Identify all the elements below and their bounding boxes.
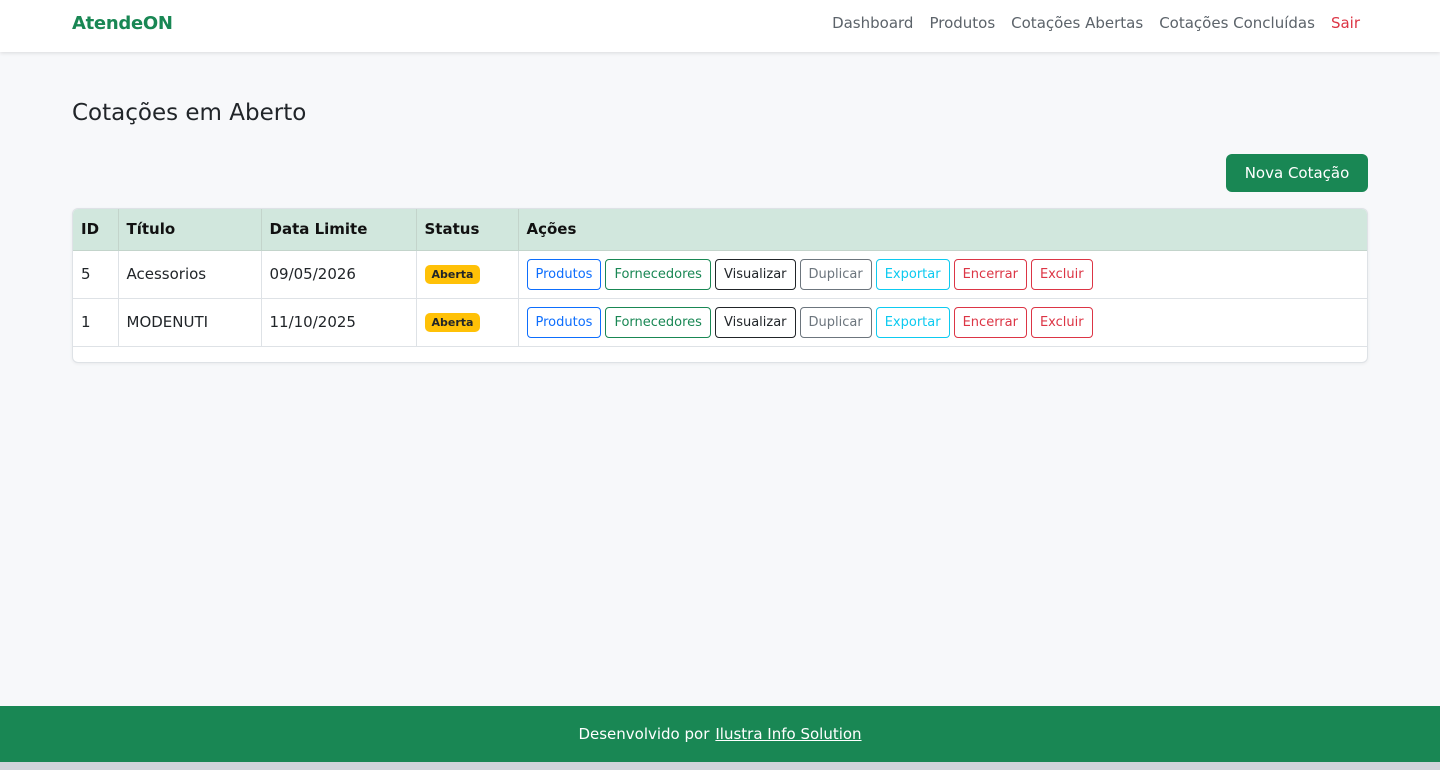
duplicar-button[interactable]: Duplicar	[799, 258, 872, 290]
cell-titulo: Acessorios	[118, 250, 262, 299]
nav-item-produtos[interactable]: Produtos	[929, 14, 995, 32]
cell-data-limite: 09/05/2026	[261, 250, 417, 299]
cell-acoes: Produtos Fornecedores Visualizar Duplica…	[518, 298, 1367, 347]
nav-item-cotacoes-concluidas[interactable]: Cotações Concluídas	[1159, 14, 1315, 32]
status-badge: Aberta	[424, 313, 481, 332]
nav-links: Dashboard Produtos Cotações Abertas Cota…	[832, 14, 1360, 32]
visualizar-button[interactable]: Visualizar	[714, 306, 796, 338]
top-navbar: AtendeON Dashboard Produtos Cotações Abe…	[0, 0, 1440, 52]
header-status: Status	[416, 209, 519, 251]
nav-item-cotacoes-abertas[interactable]: Cotações Abertas	[1011, 14, 1143, 32]
cell-acoes: Produtos Fornecedores Visualizar Duplica…	[518, 250, 1367, 299]
produtos-button[interactable]: Produtos	[526, 306, 602, 338]
produtos-button[interactable]: Produtos	[526, 258, 602, 290]
cotacoes-table-card: ID Título Data Limite Status Ações 5 Ace…	[72, 208, 1368, 363]
visualizar-button[interactable]: Visualizar	[714, 258, 796, 290]
cell-data-limite: 11/10/2025	[261, 298, 417, 347]
nav-item-sair[interactable]: Sair	[1331, 14, 1360, 32]
header-titulo: Título	[118, 209, 262, 251]
nova-cotacao-button[interactable]: Nova Cotação	[1226, 154, 1368, 192]
cell-status: Aberta	[416, 298, 519, 347]
row-actions: Produtos Fornecedores Visualizar Duplica…	[526, 258, 1360, 290]
cell-status: Aberta	[416, 250, 519, 299]
cell-titulo: MODENUTI	[118, 298, 262, 347]
bottom-strip	[0, 762, 1440, 770]
fornecedores-button[interactable]: Fornecedores	[605, 258, 711, 290]
page-title: Cotações em Aberto	[72, 100, 307, 126]
encerrar-button[interactable]: Encerrar	[953, 258, 1027, 290]
footer-link[interactable]: Ilustra Info Solution	[715, 725, 861, 743]
cell-id: 5	[73, 250, 119, 299]
encerrar-button[interactable]: Encerrar	[953, 306, 1027, 338]
table-row: 5 Acessorios 09/05/2026 Aberta Produtos …	[73, 250, 1367, 299]
row-actions: Produtos Fornecedores Visualizar Duplica…	[526, 306, 1360, 338]
excluir-button[interactable]: Excluir	[1030, 258, 1093, 290]
table-row: 1 MODENUTI 11/10/2025 Aberta Produtos Fo…	[73, 298, 1367, 347]
footer-text: Desenvolvido por	[578, 725, 710, 743]
exportar-button[interactable]: Exportar	[875, 306, 950, 338]
header-data-limite: Data Limite	[261, 209, 417, 251]
exportar-button[interactable]: Exportar	[875, 258, 950, 290]
status-badge: Aberta	[424, 265, 481, 284]
fornecedores-button[interactable]: Fornecedores	[605, 306, 711, 338]
excluir-button[interactable]: Excluir	[1030, 306, 1093, 338]
table-header-row: ID Título Data Limite Status Ações	[73, 209, 1367, 251]
header-acoes: Ações	[518, 209, 1367, 251]
brand-logo[interactable]: AtendeON	[72, 13, 173, 34]
cotacoes-table: ID Título Data Limite Status Ações 5 Ace…	[73, 209, 1367, 347]
duplicar-button[interactable]: Duplicar	[799, 306, 872, 338]
nav-item-dashboard[interactable]: Dashboard	[832, 14, 913, 32]
cell-id: 1	[73, 298, 119, 347]
header-id: ID	[73, 209, 119, 251]
page-footer: Desenvolvido por Ilustra Info Solution	[0, 706, 1440, 762]
